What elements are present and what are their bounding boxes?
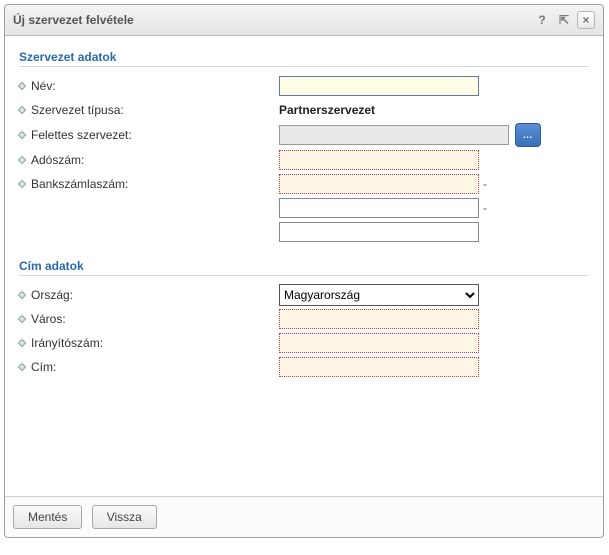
parent-input: [279, 125, 509, 145]
bank-input-1[interactable]: [279, 174, 479, 194]
help-icon[interactable]: ?: [533, 11, 551, 29]
label-address: Cím:: [19, 360, 279, 374]
row-name: Név:: [19, 75, 589, 97]
row-country: Ország: Magyarország: [19, 284, 589, 306]
label-country: Ország:: [19, 288, 279, 302]
section-divider: [19, 66, 589, 67]
address-input[interactable]: [279, 357, 479, 377]
label-tax: Adószám:: [19, 153, 279, 167]
row-orgtype: Szervezet típusa: Partnerszervezet: [19, 99, 589, 121]
dialog-title: Új szervezet felvétele: [13, 13, 529, 27]
section-title-org: Szervezet adatok: [19, 50, 589, 64]
country-select[interactable]: Magyarország: [279, 284, 479, 306]
save-button[interactable]: Mentés: [13, 505, 82, 529]
orgtype-value: Partnerszervezet: [279, 103, 375, 117]
section-divider: [19, 275, 589, 276]
titlebar: Új szervezet felvétele ? ⇱ ×: [5, 5, 603, 36]
row-parent: Felettes szervezet: …: [19, 123, 589, 147]
section-title-addr: Cím adatok: [19, 259, 589, 273]
bullet-icon: [18, 291, 26, 299]
dialog: Új szervezet felvétele ? ⇱ × Szervezet a…: [4, 4, 604, 538]
bank-separator: -: [483, 177, 487, 191]
label-city: Város:: [19, 312, 279, 326]
bullet-icon: [18, 315, 26, 323]
row-zip: Irányítószám:: [19, 332, 589, 354]
row-bank-1: Bankszámlaszám: -: [19, 173, 589, 195]
dialog-body: Szervezet adatok Név: Szervezet típusa: …: [5, 36, 603, 496]
bullet-icon: [18, 106, 26, 114]
bank-input-3[interactable]: [279, 222, 479, 242]
zip-input[interactable]: [279, 333, 479, 353]
row-bank-3: [19, 221, 589, 243]
back-button[interactable]: Vissza: [92, 505, 157, 529]
row-tax: Adószám:: [19, 149, 589, 171]
bullet-icon: [18, 363, 26, 371]
parent-lookup-button[interactable]: …: [515, 123, 541, 147]
tax-input[interactable]: [279, 150, 479, 170]
bank-input-2[interactable]: [279, 198, 479, 218]
row-city: Város:: [19, 308, 589, 330]
bank-separator: -: [483, 201, 487, 215]
row-address: Cím:: [19, 356, 589, 378]
popout-icon[interactable]: ⇱: [555, 11, 573, 29]
bullet-icon: [18, 180, 26, 188]
dialog-footer: Mentés Vissza: [5, 496, 603, 537]
label-bank: Bankszámlaszám:: [19, 177, 279, 191]
label-name: Név:: [19, 79, 279, 93]
close-icon[interactable]: ×: [577, 11, 595, 29]
city-input[interactable]: [279, 309, 479, 329]
label-parent: Felettes szervezet:: [19, 128, 279, 142]
label-orgtype: Szervezet típusa:: [19, 103, 279, 117]
bullet-icon: [18, 156, 26, 164]
name-input[interactable]: [279, 76, 479, 96]
bullet-icon: [18, 339, 26, 347]
bullet-icon: [18, 82, 26, 90]
row-bank-2: -: [19, 197, 589, 219]
label-zip: Irányítószám:: [19, 336, 279, 350]
bullet-icon: [18, 131, 26, 139]
